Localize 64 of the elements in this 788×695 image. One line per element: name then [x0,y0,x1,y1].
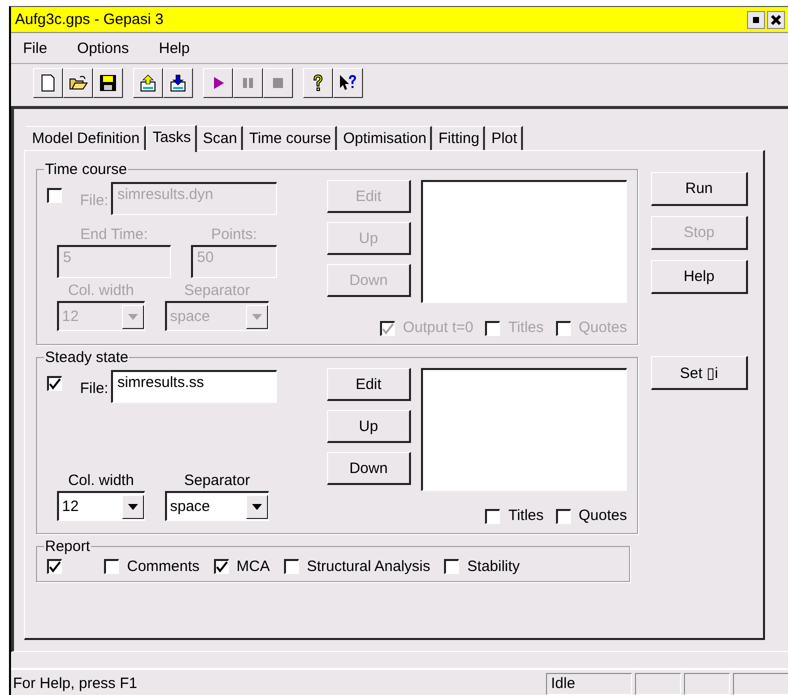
help-tool-icon[interactable] [303,68,333,98]
context-help-tool-icon[interactable] [333,68,363,98]
list-box[interactable] [421,368,627,491]
window-title: Aufg3c.gps - Gepasi 3 [14,11,164,28]
checkbox-label: Quotes [578,319,627,336]
field-label: Col. width [68,282,134,299]
checkbox-label: Comments [127,558,200,575]
checkbox-label: Stability [467,558,520,575]
file-field[interactable]: simresults.ss [111,370,278,403]
status-panel [635,672,681,694]
field-label: End Time: [80,226,148,243]
list-button[interactable]: Edit [327,368,411,401]
action-button[interactable]: Run [651,172,748,206]
field-label: Points: [211,226,257,243]
checkbox[interactable] [47,559,62,574]
menu-item[interactable]: File [23,40,48,56]
menu-item[interactable]: Options [77,40,129,56]
tab[interactable]: Plot [485,126,524,150]
status-panel [684,672,730,694]
checkbox[interactable] [47,376,62,391]
column-width-dropdown[interactable]: 12 [57,491,145,521]
menu-item[interactable]: Help [158,40,190,56]
group-title: Steady state [44,349,130,366]
list-button[interactable]: Up [327,410,411,443]
field-label: File: [80,380,108,397]
checkbox-label: Structural Analysis [306,558,430,575]
tab[interactable]: Fitting [432,126,486,150]
checkbox[interactable] [284,559,299,574]
field-label: Separator [184,282,250,299]
tab[interactable]: Scan [196,126,244,150]
close-icon[interactable] [767,10,785,28]
list-button[interactable]: Down [327,452,411,485]
tab[interactable]: Time course [243,126,338,150]
checkbox[interactable] [485,509,500,524]
new-tool-icon[interactable] [33,68,63,98]
play-tool-icon[interactable] [203,68,233,98]
tab[interactable]: Optimisation [337,126,432,150]
checkbox[interactable] [556,509,571,524]
checkbox-label: Output t=0 [402,319,474,336]
separator-dropdown[interactable]: space [165,491,269,521]
checkbox-label: Quotes [578,507,627,524]
action-button[interactable]: Help [651,260,748,294]
field-label: Separator [184,472,250,489]
tab[interactable]: Model Definition [26,126,146,150]
tab[interactable]: Tasks [146,125,197,152]
group-title: Time course [44,161,128,178]
maximize-icon[interactable] [747,10,765,28]
save-tool-icon[interactable] [93,68,123,98]
checkbox-label: Titles [508,507,544,524]
status-panel [733,672,788,694]
field-label: File: [80,192,108,209]
checkbox[interactable] [104,559,119,574]
group-title: Report [44,538,92,555]
status-message: For Help, press F1 [13,675,138,692]
checkbox-label: MCA [236,558,270,575]
open-tool-icon[interactable] [63,68,93,98]
checkbox-label: Titles [508,319,544,336]
action-button[interactable]: Set ▯i [651,356,748,390]
checkbox[interactable] [214,559,229,574]
checkbox[interactable] [444,559,460,574]
export-tool-icon[interactable] [133,68,163,98]
import-tool-icon[interactable] [163,68,193,98]
field-label: Col. width [68,472,134,489]
status-panel: Idle [546,672,632,694]
